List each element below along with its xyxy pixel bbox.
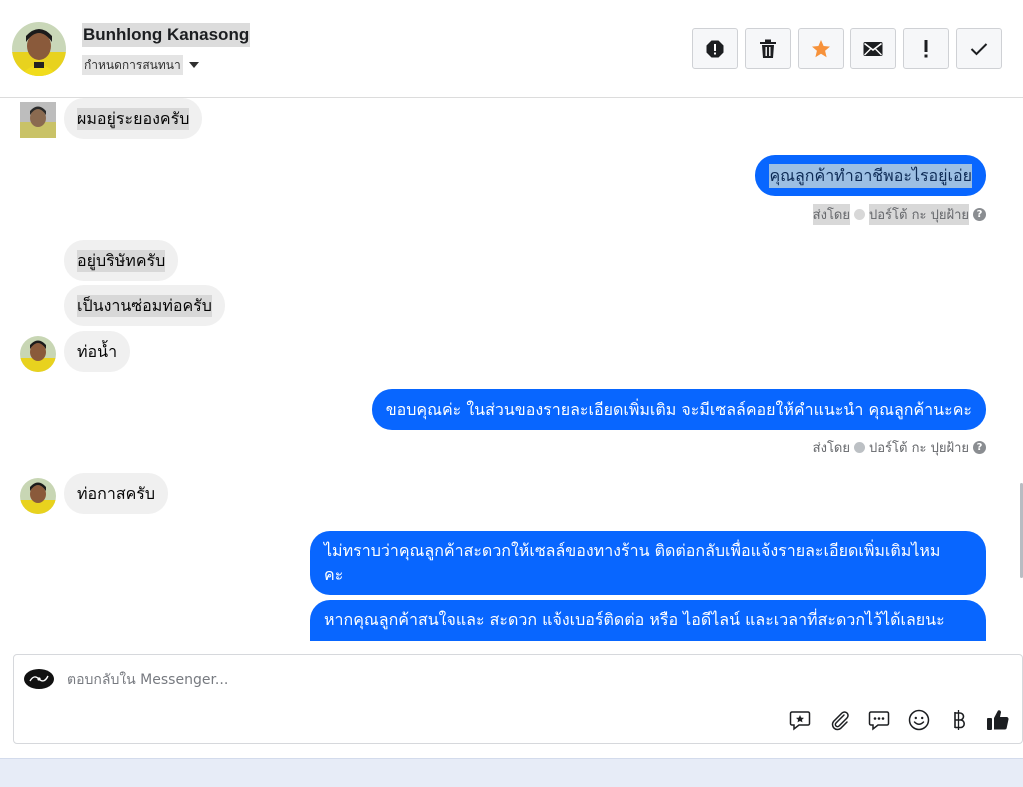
sent-by-line: ส่งโดย ปอร์โต้ กะ ปุยฝ้าย ? <box>812 204 986 225</box>
message-text: ท่อกาสครับ <box>77 483 156 503</box>
page-footer-bar <box>0 758 1023 787</box>
outgoing-message[interactable]: ขอบคุณค่ะ ในส่วนของรายละเอียดเพิ่มเติม จ… <box>371 389 986 430</box>
envelope-icon <box>863 41 883 56</box>
incoming-message[interactable]: อยู่บริษัทครับ <box>64 240 179 281</box>
assign-conversation-dropdown[interactable]: กำหนดการสนทนา <box>82 54 199 76</box>
message-text: หากคุณลูกค้าสนใจและ สะดวก แจ้งเบอร์ติดต่… <box>324 610 945 629</box>
page-logo <box>24 669 54 689</box>
contact-avatar[interactable] <box>12 22 66 76</box>
sender-name: ปอร์โต้ กะ ปุยฝ้าย <box>869 441 969 456</box>
mark-spam-button[interactable] <box>692 28 738 69</box>
outgoing-message[interactable]: คุณลูกค้าทำอาชีพอะไรอยู่เอ่ย <box>755 155 986 196</box>
help-icon[interactable]: ? <box>973 441 986 454</box>
help-icon[interactable]: ? <box>973 208 986 221</box>
assign-conversation-label: กำหนดการสนทนา <box>82 55 183 75</box>
sent-by-label: ส่งโดย <box>812 441 850 456</box>
sender-name: ปอร์โต้ กะ ปุยฝ้าย <box>869 204 969 225</box>
customer-avatar <box>20 102 56 138</box>
message-text: ขอบคุณค่ะ ในส่วนของรายละเอียดเพิ่มเติม จ… <box>385 399 972 419</box>
attachment-icon <box>831 711 849 731</box>
star-button[interactable] <box>798 28 844 69</box>
check-circle-icon <box>854 209 865 220</box>
baht-payment-icon <box>954 710 965 730</box>
check-circle-icon <box>854 442 865 453</box>
message-text: ท่อน้ำ <box>77 341 118 361</box>
spam-icon <box>706 40 724 57</box>
like-button[interactable] <box>985 707 1011 733</box>
reply-input[interactable] <box>67 669 767 691</box>
emoji-button[interactable] <box>906 707 932 733</box>
message-text-line: ไม่ทราบว่าคุณลูกค้าสะดวกให้เซลล์ของทางร้… <box>324 541 941 560</box>
trash-icon <box>760 39 776 58</box>
sent-by-label: ส่งโดย <box>812 204 850 225</box>
conversation-header: Bunhlong Kanasong กำหนดการสนทนา <box>0 0 1023 98</box>
incoming-message[interactable]: ท่อกาสครับ <box>64 473 169 514</box>
outgoing-message[interactable]: ไม่ทราบว่าคุณลูกค้าสะดวกให้เซลล์ของทางร้… <box>310 531 986 595</box>
contact-name: Bunhlong Kanasong <box>82 23 251 47</box>
message-text: เป็นงานซ่อมท่อครับ <box>77 294 212 317</box>
incoming-message[interactable]: ผมอยู่ระยองครับ <box>64 98 203 139</box>
incoming-message[interactable]: ท่อน้ำ <box>64 331 131 372</box>
message-text: ผมอยู่ระยองครับ <box>77 107 190 130</box>
mark-unread-button[interactable] <box>850 28 896 69</box>
message-text-line: คะ <box>324 565 344 584</box>
sent-by-line: ส่งโดย ปอร์โต้ กะ ปุยฝ้าย ? <box>813 437 986 458</box>
star-icon <box>812 39 830 57</box>
customer-avatar <box>20 336 56 372</box>
customer-avatar <box>20 478 56 514</box>
caret-down-icon <box>188 62 199 68</box>
payment-button[interactable] <box>946 707 972 733</box>
emoji-icon <box>908 709 930 731</box>
thumbs-up-icon <box>987 710 1009 730</box>
saved-reply-button[interactable] <box>787 707 813 733</box>
checkmark-icon <box>970 42 988 55</box>
mark-done-button[interactable] <box>956 28 1002 69</box>
outgoing-message[interactable]: หากคุณลูกค้าสนใจและ สะดวก แจ้งเบอร์ติดต่… <box>310 600 986 641</box>
saved-reply-icon <box>789 711 811 731</box>
exclamation-icon <box>924 39 928 57</box>
thread-scrollbar[interactable] <box>1019 98 1023 641</box>
message-text: คุณลูกค้าทำอาชีพอะไรอยู่เอ่ย <box>769 163 972 188</box>
delete-button[interactable] <box>745 28 791 69</box>
reply-composer <box>13 654 1023 744</box>
chat-bubbles-icon <box>868 711 890 731</box>
quick-replies-button[interactable] <box>866 707 892 733</box>
incoming-message[interactable]: เป็นงานซ่อมท่อครับ <box>64 285 225 326</box>
follow-up-button[interactable] <box>903 28 949 69</box>
attach-file-button[interactable] <box>827 707 853 733</box>
message-thread[interactable]: ผมอยู่ระยองครับ คุณลูกค้าทำอาชีพอะไรอยู่… <box>0 98 1023 641</box>
message-text: อยู่บริษัทครับ <box>77 249 166 272</box>
